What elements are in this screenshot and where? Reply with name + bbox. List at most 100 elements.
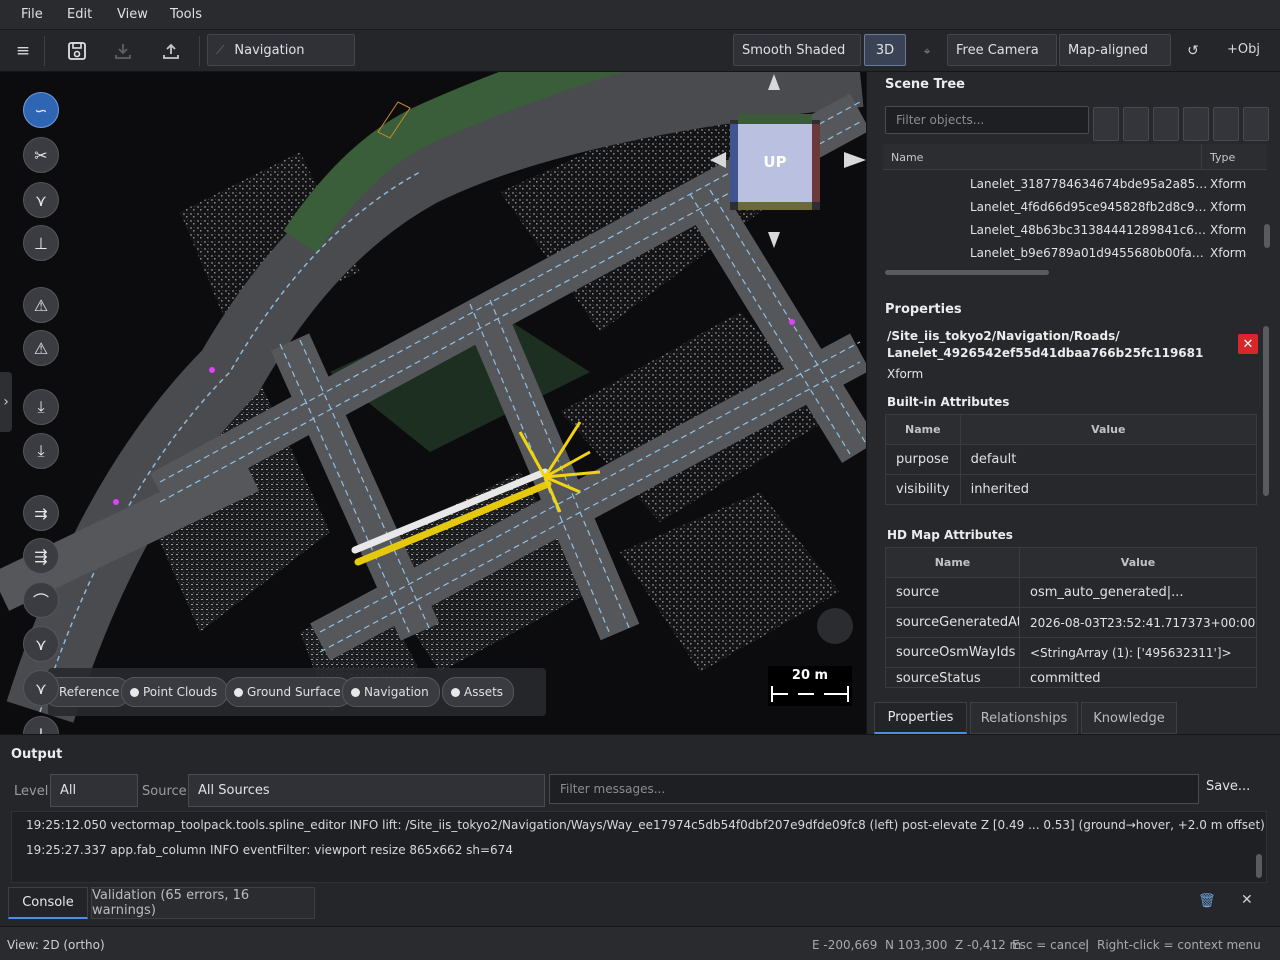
layer-reference-label: Reference <box>59 685 120 699</box>
menu-edit[interactable]: Edit <box>67 7 92 22</box>
filter-toggle-button[interactable] <box>1093 107 1119 141</box>
view-cube-gizmo[interactable]: UP <box>710 72 866 252</box>
tab-validation[interactable]: Validation (65 errors, 16 warnings) <box>91 887 315 919</box>
warning-icon[interactable]: ⚠ <box>23 287 59 323</box>
attr-value[interactable]: committed <box>1019 667 1257 688</box>
menu-view[interactable]: View <box>117 7 148 22</box>
save-log-button[interactable]: Save... <box>1206 779 1250 794</box>
mode-selector[interactable]: ⟋ Navigation <box>207 34 355 66</box>
tree-vertical-scrollbar[interactable] <box>1264 224 1270 248</box>
attr-value[interactable]: osm_auto_generated|... <box>1019 577 1257 608</box>
cut-tool-icon[interactable]: ✂ <box>23 137 59 173</box>
connect-tool-icon[interactable]: ⋎ <box>23 670 59 706</box>
merge-tool-icon[interactable]: ⋎ <box>23 626 59 662</box>
filter-toggle-button[interactable] <box>1213 107 1239 141</box>
drop-to-ground-icon[interactable]: ⤓ <box>23 433 59 469</box>
level-dropdown[interactable]: All <box>50 774 138 807</box>
import-icon[interactable] <box>108 36 138 66</box>
reset-view-icon[interactable]: ↺ <box>1178 36 1208 66</box>
tree-row-name: Lanelet_b9e6789a01d9455680b00faa5... <box>970 246 1208 260</box>
save-icon[interactable] <box>62 36 92 66</box>
tree-horizontal-scrollbar[interactable] <box>885 270 1049 275</box>
table-row[interactable]: purpose default <box>885 444 1258 475</box>
source-dropdown[interactable]: All Sources <box>188 774 545 807</box>
add-object-button[interactable]: +Obj <box>1227 42 1260 57</box>
prim-type: Xform <box>887 367 924 381</box>
scale-ruler-icon <box>771 686 849 702</box>
map-viewport[interactable]: UP › ∽ ✂ ⋎ ⊥ ⚠ ⚠ ⤓ ⤓ ⇉ ⇶ ⌒ ⋎ ⋎ ↓ Referen… <box>0 72 866 734</box>
attr-name: visibility <box>885 474 961 505</box>
side-panel-toggle[interactable]: › <box>0 372 12 432</box>
menu-tools[interactable]: Tools <box>170 7 202 22</box>
log-scrollbar[interactable] <box>1256 854 1262 878</box>
tree-col-type[interactable]: Type <box>1210 151 1235 164</box>
attr-value[interactable]: inherited <box>959 474 1258 505</box>
properties-scrollbar[interactable] <box>1263 326 1269 496</box>
layer-chip-ground-surface[interactable]: Ground Surface <box>225 677 352 707</box>
table-row[interactable]: sourceGeneratedAt 2026-08-03T23:52:41.717… <box>885 607 1257 638</box>
attr-name: purpose <box>885 444 961 475</box>
tree-row[interactable]: Lanelet_4f6d66d95ce945828fb2d8c91... Xfor… <box>883 196 1267 219</box>
tree-row-name: Lanelet_4f6d66d95ce945828fb2d8c91... <box>970 200 1208 214</box>
attr-value[interactable]: default <box>959 444 1258 475</box>
filter-toggle-button[interactable] <box>1183 107 1209 141</box>
scene-tree-header: Name Type <box>883 144 1267 170</box>
export-icon[interactable] <box>156 36 186 66</box>
table-row[interactable]: sourceStatus committed <box>885 667 1257 688</box>
lane-split-icon[interactable]: ⇶ <box>23 538 59 574</box>
route-icon: ⟋ <box>216 42 225 57</box>
navigation-joystick[interactable] <box>817 608 853 644</box>
table-row[interactable]: sourceOsmWayIds <StringArray (1): ['49563… <box>885 637 1257 668</box>
spline-tool-icon[interactable]: ∽ <box>23 92 59 128</box>
table-row[interactable]: source osm_auto_generated|... <box>885 577 1257 608</box>
tree-row-type: Xform <box>1210 246 1247 260</box>
filter-toggle-button[interactable] <box>1123 107 1149 141</box>
close-icon[interactable]: ✕ <box>1241 892 1253 908</box>
layer-dot-icon <box>130 687 139 697</box>
scene-filter-input[interactable]: Filter objects... <box>885 106 1089 134</box>
trash-icon[interactable]: 🗑 <box>1198 893 1216 909</box>
insert-node-icon[interactable]: ⊥ <box>23 225 59 261</box>
branch-tool-icon[interactable]: ⋎ <box>23 182 59 218</box>
curve-tool-icon[interactable]: ⌒ <box>23 582 59 618</box>
tab-properties[interactable]: Properties <box>874 702 967 734</box>
tree-col-name[interactable]: Name <box>891 151 923 164</box>
builtin-attributes-table: Name Value purpose default visibility inher… <box>885 414 1258 505</box>
message-filter-input[interactable]: Filter messages... <box>549 774 1199 804</box>
level-label: Level: <box>14 784 53 799</box>
tree-row-type: Xform <box>1210 223 1247 237</box>
tree-row[interactable]: Lanelet_3187784634674bde95a2a855... Xform <box>883 173 1267 196</box>
scale-bar-label: 20 m <box>791 668 829 683</box>
warning-icon[interactable]: ⚠ <box>23 330 59 366</box>
close-icon[interactable]: ✕ <box>1238 334 1258 354</box>
context-menu-hint: Right-click = context menu <box>1097 938 1261 952</box>
output-tab-bar: Console Validation (65 errors, 16 warnin… <box>0 885 1280 919</box>
tree-row[interactable]: Lanelet_b9e6789a01d9455680b00faa5... Xfor… <box>883 242 1267 265</box>
console-log[interactable]: 19:25:12.050 vectormap_toolpack.tools.sp… <box>11 811 1267 883</box>
alignment-dropdown[interactable]: Map-aligned <box>1059 34 1171 66</box>
hamburger-menu-icon[interactable]: ≡ <box>8 36 38 66</box>
lane-align-icon[interactable]: ⇉ <box>23 495 59 531</box>
filter-toggle-button[interactable] <box>1153 107 1179 141</box>
attr-name: sourceGeneratedAt <box>885 607 1020 638</box>
3d-toggle-button[interactable]: 3D <box>864 34 906 66</box>
attr-value[interactable]: <StringArray (1): ['495632311']> <box>1019 637 1257 668</box>
tab-knowledge[interactable]: Knowledge <box>1081 702 1177 734</box>
shading-dropdown[interactable]: Smooth Shaded <box>733 34 861 66</box>
tab-console[interactable]: Console <box>8 887 88 919</box>
builtin-col-name: Name <box>885 414 961 445</box>
table-row[interactable]: visibility inherited <box>885 474 1258 505</box>
pivot-icon[interactable]: ⌖ <box>912 36 942 66</box>
layer-chip-navigation[interactable]: Navigation <box>342 677 440 707</box>
camera-mode-dropdown[interactable]: Free Camera <box>947 34 1057 66</box>
layer-chip-point-clouds[interactable]: Point Clouds <box>121 677 229 707</box>
builtin-attributes-title: Built-in Attributes <box>887 395 1010 409</box>
status-bar: View: 2D (ortho) E -200,669 N 103,300 Z … <box>0 926 1280 960</box>
menu-file[interactable]: File <box>21 7 43 22</box>
layer-chip-assets[interactable]: Assets <box>442 677 515 707</box>
attr-value[interactable]: 2026-08-03T23:52:41.717373+00:00 <box>1019 607 1257 638</box>
filter-toggle-button[interactable] <box>1243 107 1269 141</box>
drop-to-ground-icon[interactable]: ⤓ <box>23 389 59 425</box>
tab-relationships[interactable]: Relationships <box>970 702 1078 734</box>
tree-row[interactable]: Lanelet_48b63bc31384441289841c67... Xform <box>883 219 1267 242</box>
